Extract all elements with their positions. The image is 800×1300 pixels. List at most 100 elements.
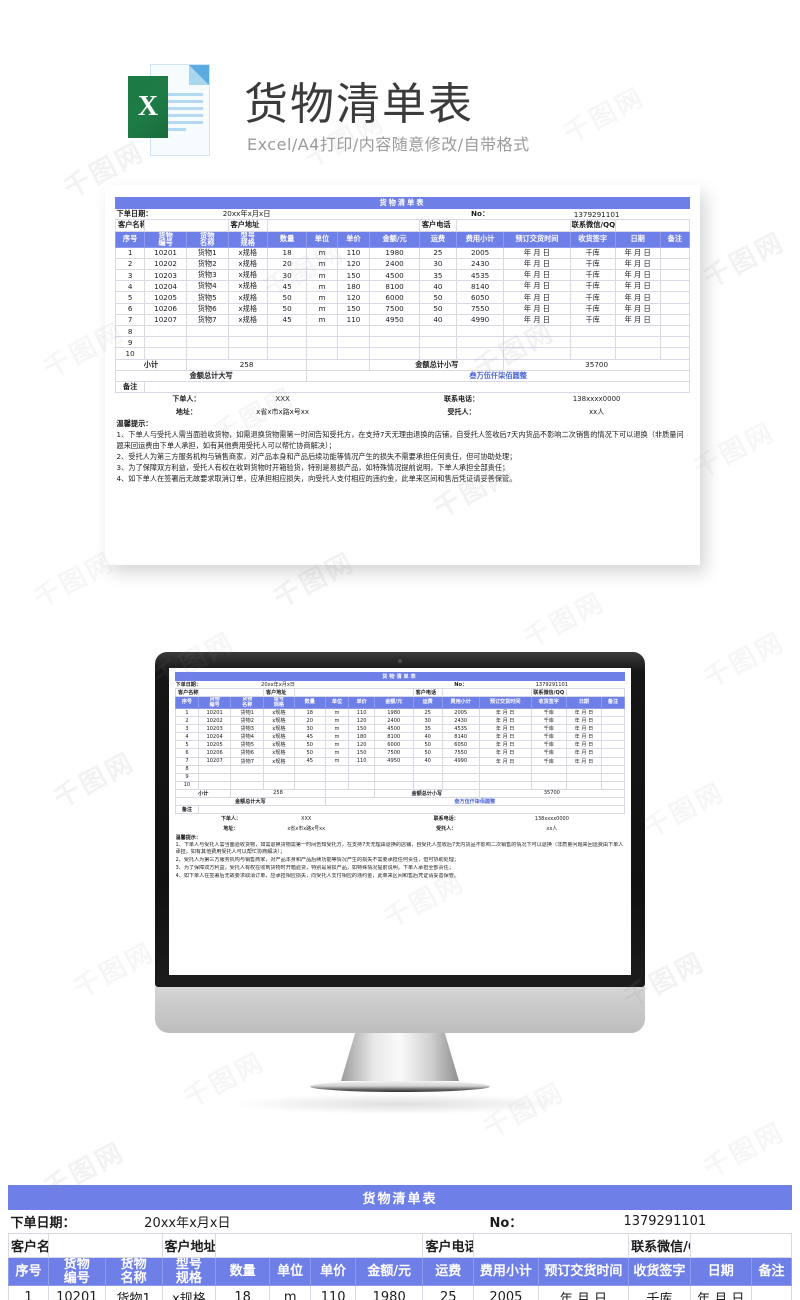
cell-unit[interactable]: m: [268, 1285, 312, 1300]
cell-amount[interactable]: 6000: [373, 740, 414, 750]
cell-subtotal[interactable]: [455, 347, 505, 360]
cell-no[interactable]: 2: [175, 716, 199, 726]
cell-no[interactable]: 3: [175, 724, 199, 734]
contact-wechat-field[interactable]: [689, 1233, 793, 1258]
cell-name[interactable]: 货物2: [230, 716, 264, 726]
cell-qty[interactable]: [293, 772, 326, 782]
cell-price[interactable]: 110: [336, 313, 371, 327]
cell-unit[interactable]: m: [306, 302, 338, 315]
cell-qty[interactable]: [266, 336, 308, 349]
order-date-value[interactable]: 20xx年x月x日: [105, 1209, 270, 1234]
cell-name[interactable]: 货物5: [185, 291, 229, 304]
cell-amount[interactable]: 1980: [354, 1285, 424, 1300]
cell-spec[interactable]: [227, 324, 268, 338]
cell-freight[interactable]: [412, 780, 443, 790]
cell-date[interactable]: 年 月 日: [614, 257, 661, 271]
cell-price[interactable]: 120: [336, 291, 371, 304]
cell-no[interactable]: 3: [114, 269, 146, 282]
cell-name[interactable]: [185, 347, 229, 360]
cell-remark[interactable]: [659, 336, 691, 349]
cell-amount[interactable]: [373, 772, 414, 782]
cell-code[interactable]: 10203: [144, 269, 187, 282]
cell-name[interactable]: 货物4: [185, 280, 229, 293]
contact-phone-value[interactable]: 138xxxx0000: [479, 814, 624, 824]
no-value[interactable]: 1379291101: [538, 1209, 792, 1234]
cell-freight[interactable]: 35: [412, 724, 443, 734]
cell-code[interactable]: 10202: [197, 716, 232, 726]
customer-name-field[interactable]: [144, 219, 229, 232]
cell-price[interactable]: [336, 324, 371, 338]
cell-spec[interactable]: x规格: [227, 280, 268, 293]
cell-code[interactable]: 10201: [47, 1285, 106, 1300]
cell-code[interactable]: [197, 764, 232, 774]
trustee-value[interactable]: xx人: [504, 406, 690, 419]
cell-date[interactable]: 年 月 日: [614, 269, 661, 282]
cell-delivery[interactable]: 年 月 日: [478, 756, 532, 766]
cell-subtotal[interactable]: 4535: [441, 724, 480, 734]
grand-total-digits-value[interactable]: 35700: [503, 358, 690, 371]
contact-wechat-field[interactable]: [565, 688, 626, 698]
cell-amount[interactable]: [373, 780, 414, 790]
cell-code[interactable]: 10205: [144, 291, 187, 304]
cell-date[interactable]: 年 月 日: [565, 724, 603, 734]
cell-price[interactable]: 110: [348, 707, 375, 718]
cell-freight[interactable]: 50: [412, 740, 443, 750]
cell-name[interactable]: 货物5: [230, 740, 264, 750]
customer-address-field[interactable]: [293, 688, 414, 698]
cell-delivery[interactable]: [503, 324, 571, 338]
cell-qty[interactable]: 30: [293, 724, 326, 734]
cell-price[interactable]: 120: [336, 257, 371, 271]
cell-spec[interactable]: x规格: [227, 313, 268, 327]
contact-wechat-field[interactable]: [614, 219, 691, 232]
address-value[interactable]: x省x市x路x号xx: [228, 406, 337, 419]
cell-code[interactable]: 10201: [144, 246, 187, 259]
cell-amount[interactable]: 6000: [369, 291, 420, 304]
cell-price[interactable]: 150: [336, 269, 371, 282]
cell-amount[interactable]: 2400: [369, 257, 420, 271]
address-value[interactable]: x省x市x路x号xx: [264, 824, 349, 834]
cell-delivery[interactable]: 年 月 日: [478, 740, 532, 750]
cell-no[interactable]: 5: [175, 740, 199, 750]
cell-qty[interactable]: [266, 347, 308, 360]
cell-remark[interactable]: [601, 756, 625, 766]
cell-name[interactable]: 货物3: [185, 269, 229, 282]
cell-code[interactable]: [197, 772, 232, 782]
cell-name[interactable]: 货物1: [230, 707, 264, 718]
cell-sign[interactable]: [530, 780, 567, 790]
cell-no[interactable]: 7: [175, 756, 199, 766]
cell-code[interactable]: 10203: [197, 724, 232, 734]
cell-freight[interactable]: 25: [422, 1285, 475, 1300]
cell-remark[interactable]: [601, 707, 625, 718]
cell-remark[interactable]: [601, 780, 625, 790]
cell-freight[interactable]: 50: [418, 302, 457, 315]
cell-remark[interactable]: [601, 724, 625, 734]
cell-no[interactable]: 4: [114, 280, 146, 293]
customer-phone-field[interactable]: [473, 1233, 630, 1258]
cell-delivery[interactable]: 年 月 日: [478, 724, 532, 734]
cell-code[interactable]: 10205: [197, 740, 232, 750]
cell-qty[interactable]: 45: [266, 313, 308, 327]
cell-code[interactable]: 10206: [197, 748, 232, 758]
cell-no[interactable]: 2: [114, 257, 146, 271]
cell-unit[interactable]: m: [324, 716, 350, 726]
cell-unit[interactable]: [306, 336, 338, 349]
cell-amount[interactable]: [369, 324, 420, 338]
cell-date[interactable]: 年 月 日: [614, 291, 661, 304]
cell-remark[interactable]: [659, 347, 691, 360]
cell-name[interactable]: 货物7: [185, 313, 229, 327]
cell-date[interactable]: 年 月 日: [614, 302, 661, 315]
cell-sign[interactable]: 千库: [569, 269, 616, 282]
cell-unit[interactable]: m: [306, 291, 338, 304]
cell-remark[interactable]: [659, 269, 691, 282]
cell-delivery[interactable]: 年 月 日: [478, 716, 532, 726]
cell-qty[interactable]: [293, 764, 326, 774]
cell-date[interactable]: 年 月 日: [565, 756, 603, 766]
cell-delivery[interactable]: 年 月 日: [503, 313, 571, 327]
orderer-value[interactable]: XXX: [228, 393, 337, 406]
contact-phone-value[interactable]: 138xxxx0000: [504, 393, 690, 406]
cell-remark[interactable]: [659, 280, 691, 293]
cell-subtotal[interactable]: 8140: [441, 732, 480, 742]
cell-price[interactable]: [348, 772, 375, 782]
cell-sign[interactable]: 千库: [530, 732, 567, 742]
cell-freight[interactable]: [418, 336, 457, 349]
